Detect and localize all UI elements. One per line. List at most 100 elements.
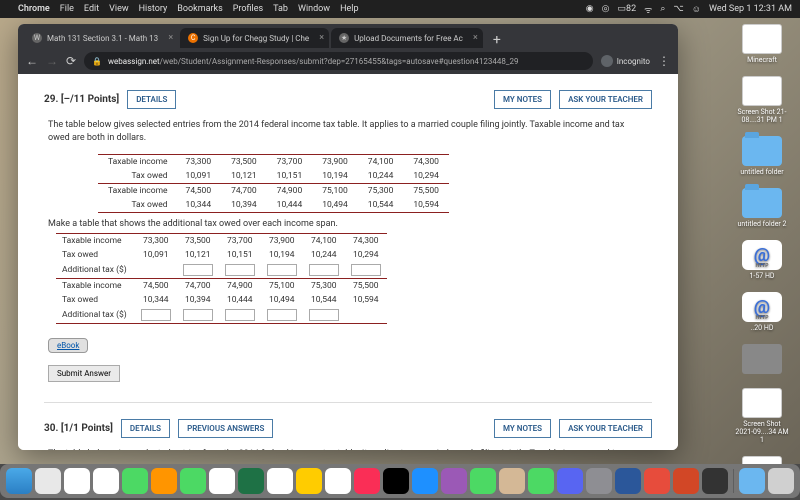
question-number: 30. [1/1 Points] — [44, 423, 113, 434]
close-tab-icon[interactable]: × — [473, 33, 478, 43]
dock-appstore[interactable] — [412, 468, 438, 494]
dock-pdf[interactable] — [644, 468, 670, 494]
reload-button[interactable]: ⟳ — [66, 54, 76, 68]
dock-numbers[interactable] — [180, 468, 206, 494]
clock[interactable]: Wed Sep 1 12:31 AM — [709, 4, 792, 14]
dock-finder[interactable] — [6, 468, 32, 494]
new-tab-button[interactable]: + — [485, 32, 509, 48]
desktop-icon-webloc-2[interactable]: @HTTP..20 HD — [734, 292, 790, 332]
tab-title: Sign Up for Chegg Study | Che — [203, 34, 309, 43]
address-bar[interactable]: 🔒 webassign.net/web/Student/Assignment-R… — [84, 52, 593, 70]
battery-icon[interactable]: ▭82 — [618, 4, 637, 14]
dock-excel[interactable] — [238, 468, 264, 494]
menu-file[interactable]: File — [60, 4, 74, 14]
dock-discord[interactable] — [557, 468, 583, 494]
menu-bookmarks[interactable]: Bookmarks — [177, 4, 222, 14]
desktop-icon-screenshot-2[interactable]: Screen Shot 2021-09....34 AM 1 — [734, 388, 790, 444]
search-icon[interactable]: ⌕ — [660, 4, 665, 14]
given-table: Taxable income73,30073,50073,70073,90074… — [98, 154, 449, 213]
close-tab-icon[interactable]: × — [319, 33, 324, 43]
question-divider — [44, 402, 652, 403]
chrome-menu-icon[interactable]: ⋮ — [658, 54, 670, 68]
menu-profiles[interactable]: Profiles — [233, 4, 263, 14]
incognito-badge[interactable]: Incognito — [601, 55, 650, 67]
additional-tax-input-3[interactable] — [267, 264, 297, 276]
dock-facetime[interactable] — [528, 468, 554, 494]
dock-grapher[interactable] — [702, 468, 728, 494]
page-content[interactable]: 29. [–/11 Points] DETAILS MY NOTES ASK Y… — [18, 74, 678, 450]
ask-teacher-button[interactable]: ASK YOUR TEACHER — [559, 90, 652, 109]
dock-notes[interactable] — [296, 468, 322, 494]
additional-tax-input-1[interactable] — [183, 264, 213, 276]
additional-tax-input-10[interactable] — [309, 309, 339, 321]
app-name[interactable]: Chrome — [18, 4, 50, 14]
dock-chrome[interactable] — [93, 468, 119, 494]
control-center-icon[interactable]: ⌥ — [673, 4, 683, 14]
previous-answers-button[interactable]: PREVIOUS ANSWERS — [178, 419, 273, 438]
dock-tv[interactable] — [383, 468, 409, 494]
dock-reminders[interactable] — [325, 468, 351, 494]
additional-tax-input-7[interactable] — [183, 309, 213, 321]
circle-icon[interactable]: ◉ — [586, 4, 594, 14]
dock-messages[interactable] — [122, 468, 148, 494]
close-tab-icon[interactable]: × — [168, 33, 173, 43]
desktop-icon-screenshot-1[interactable]: Screen Shot 21-08....31 PM 1 — [734, 76, 790, 124]
additional-tax-input-5[interactable] — [351, 264, 381, 276]
dock-launchpad[interactable] — [35, 468, 61, 494]
desktop: Minecraft Screen Shot 21-08....31 PM 1 u… — [0, 18, 800, 464]
menu-history[interactable]: History — [139, 4, 168, 14]
dock-trash[interactable] — [768, 468, 794, 494]
additional-tax-input-4[interactable] — [309, 264, 339, 276]
tab-chegg[interactable]: C Sign Up for Chegg Study | Che × — [180, 28, 329, 48]
question-intro: The table below gives selected entries f… — [48, 448, 648, 450]
desktop-icon-untitled-folder-2[interactable]: untitled folder 2 — [734, 188, 790, 228]
user-icon[interactable]: ☺ — [692, 4, 701, 15]
menu-edit[interactable]: Edit — [84, 4, 99, 14]
desktop-icon-webloc-1[interactable]: @HTTP1-57 HD — [734, 240, 790, 280]
menu-view[interactable]: View — [109, 4, 128, 14]
desktop-icon-screenshot-3[interactable]: Screen Shot 2021-09...2.34 AM — [734, 456, 790, 464]
details-button[interactable]: DETAILS — [127, 90, 176, 109]
back-button[interactable]: ← — [26, 54, 38, 68]
tab-math131[interactable]: W Math 131 Section 3.1 - Math 13 × — [24, 28, 178, 48]
ebook-link[interactable]: eBook — [48, 338, 88, 353]
dock-word[interactable] — [615, 468, 641, 494]
tab-upload[interactable]: ★ Upload Documents for Free Ac × — [331, 28, 483, 48]
tab-title: Math 131 Section 3.1 - Math 13 — [47, 34, 158, 43]
additional-tax-input-8[interactable] — [225, 309, 255, 321]
dock-calendar[interactable] — [267, 468, 293, 494]
desktop-icon-untitled-folder[interactable]: untitled folder — [734, 136, 790, 176]
details-button[interactable]: DETAILS — [121, 419, 170, 438]
desktop-icon-minecraft[interactable]: Minecraft — [734, 24, 790, 64]
incognito-icon — [601, 55, 613, 67]
dock-powerpoint[interactable] — [673, 468, 699, 494]
display-icon[interactable]: ◎ — [602, 4, 610, 14]
my-notes-button[interactable]: MY NOTES — [494, 90, 551, 109]
dock-pages[interactable] — [151, 468, 177, 494]
my-notes-button[interactable]: MY NOTES — [494, 419, 551, 438]
dock-safari[interactable] — [64, 468, 90, 494]
submit-answer-button[interactable]: Submit Answer — [48, 365, 120, 382]
ask-teacher-button[interactable]: ASK YOUR TEACHER — [559, 419, 652, 438]
dock-phone[interactable] — [470, 468, 496, 494]
additional-tax-input-2[interactable] — [225, 264, 255, 276]
answer-table: Taxable income73,30073,50073,70073,90074… — [56, 233, 387, 324]
menu-help[interactable]: Help — [340, 4, 358, 14]
question-intro: The table below gives selected entries f… — [48, 119, 648, 144]
question-29: 29. [–/11 Points] DETAILS MY NOTES ASK Y… — [44, 90, 652, 382]
lock-icon: 🔒 — [92, 57, 102, 66]
dock-podcasts[interactable] — [441, 468, 467, 494]
wifi-icon[interactable]: ᯤ — [644, 3, 652, 16]
additional-tax-input-9[interactable] — [267, 309, 297, 321]
forward-button: → — [46, 54, 58, 68]
url-text: webassign.net/web/Student/Assignment-Res… — [108, 57, 518, 66]
menu-tab[interactable]: Tab — [273, 4, 288, 14]
dock-settings[interactable] — [586, 468, 612, 494]
dock-photos[interactable] — [209, 468, 235, 494]
additional-tax-input-6[interactable] — [141, 309, 171, 321]
dock-music[interactable] — [354, 468, 380, 494]
dock-contacts[interactable] — [499, 468, 525, 494]
dock-downloads[interactable] — [739, 468, 765, 494]
desktop-icon-gray[interactable] — [734, 344, 790, 376]
menu-window[interactable]: Window — [298, 4, 330, 14]
